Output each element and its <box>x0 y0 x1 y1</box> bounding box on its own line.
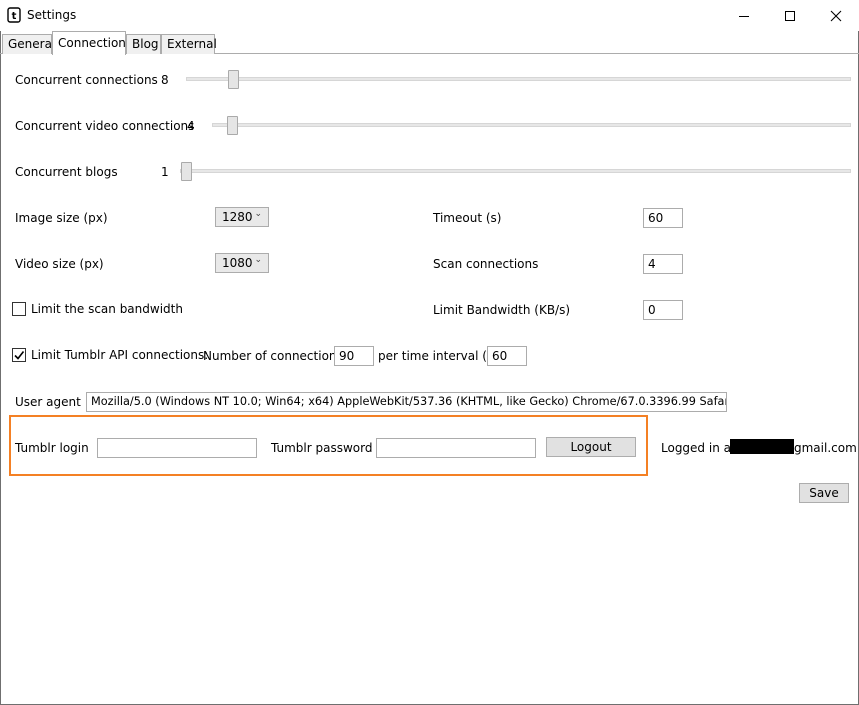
tab-label: Blog <box>132 37 159 51</box>
tumblr-login-input[interactable] <box>97 438 257 458</box>
chevron-down-icon: ⌄ <box>254 255 262 265</box>
save-button[interactable]: Save <box>799 483 849 503</box>
user-agent-input[interactable]: Mozilla/5.0 (Windows NT 10.0; Win64; x64… <box>86 392 727 412</box>
title-bar[interactable]: t Settings <box>0 0 859 31</box>
number-of-connections-input[interactable]: 90 <box>334 346 374 366</box>
concurrent-video-connections-slider-track[interactable] <box>212 123 851 127</box>
video-size-dropdown[interactable]: 1080 ⌄ <box>215 253 269 273</box>
tumblr-password-input[interactable] <box>376 438 536 458</box>
concurrent-video-connections-value: 4 <box>187 119 195 133</box>
user-agent-label: User agent <box>15 395 81 409</box>
timeout-input[interactable]: 60 <box>643 208 683 228</box>
video-size-label: Video size (px) <box>15 257 104 271</box>
image-size-dropdown[interactable]: 1280 ⌄ <box>215 207 269 227</box>
maximize-icon <box>785 10 795 21</box>
logged-in-suffix: gmail.com <box>794 441 857 455</box>
tab-blog[interactable]: Blog <box>126 34 161 54</box>
video-size-value: 1080 <box>222 256 253 270</box>
limit-scan-bandwidth-checkbox[interactable] <box>12 302 26 316</box>
time-interval-label: per time interval (s): <box>378 349 502 363</box>
concurrent-video-connections-slider-thumb[interactable] <box>227 116 238 135</box>
tab-label: Connection <box>58 36 126 50</box>
time-interval-input[interactable]: 60 <box>487 346 527 366</box>
logged-in-prefix: Logged in as <box>661 441 738 455</box>
tumblr-login-label: Tumblr login <box>15 441 89 455</box>
timeout-label: Timeout (s) <box>433 211 502 225</box>
svg-text:t: t <box>12 11 17 22</box>
minimize-icon <box>739 15 749 17</box>
concurrent-connections-slider-thumb[interactable] <box>228 70 239 89</box>
concurrent-connections-label: Concurrent connections <box>15 73 158 87</box>
limit-bandwidth-label: Limit Bandwidth (KB/s) <box>433 303 571 317</box>
limit-api-label: Limit Tumblr API connections: <box>31 348 209 362</box>
concurrent-blogs-label: Concurrent blogs <box>15 165 118 179</box>
limit-bandwidth-input[interactable]: 0 <box>643 300 683 320</box>
concurrent-video-connections-label: Concurrent video connections <box>15 119 195 133</box>
tab-general[interactable]: General <box>2 34 56 54</box>
window-title: Settings <box>27 8 77 22</box>
concurrent-blogs-slider-thumb[interactable] <box>181 162 192 181</box>
tumblr-password-label: Tumblr password <box>271 441 373 455</box>
limit-api-checkbox[interactable] <box>12 348 26 362</box>
concurrent-blogs-slider-track[interactable] <box>180 169 851 173</box>
close-icon <box>830 10 842 21</box>
app-icon: t <box>7 7 21 23</box>
scan-connections-input[interactable]: 4 <box>643 254 683 274</box>
tab-connection[interactable]: Connection <box>52 31 126 55</box>
tab-external[interactable]: External <box>161 34 217 54</box>
logout-button[interactable]: Logout <box>546 437 636 457</box>
scan-connections-label: Scan connections <box>433 257 539 271</box>
close-button[interactable] <box>813 0 859 31</box>
tab-label: General <box>8 37 56 51</box>
chevron-down-icon: ⌄ <box>254 209 262 219</box>
tab-label: External <box>167 37 217 51</box>
redacted-email <box>730 439 794 454</box>
concurrent-connections-slider-track[interactable] <box>186 77 851 81</box>
number-of-connections-label: Number of connections: <box>203 349 347 363</box>
image-size-label: Image size (px) <box>15 211 108 225</box>
maximize-button[interactable] <box>767 0 813 31</box>
minimize-button[interactable] <box>721 0 767 31</box>
concurrent-connections-value: 8 <box>161 73 169 87</box>
limit-scan-bandwidth-label: Limit the scan bandwidth <box>31 302 183 316</box>
image-size-value: 1280 <box>222 210 253 224</box>
concurrent-blogs-value: 1 <box>161 165 169 179</box>
checkmark-icon <box>14 351 25 360</box>
